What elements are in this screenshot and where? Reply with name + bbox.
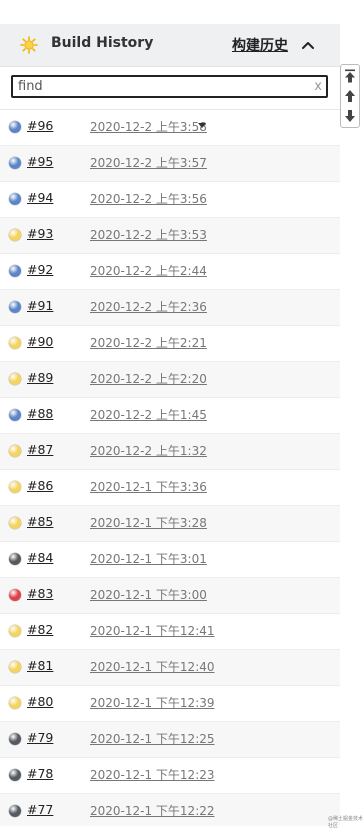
build-time-link[interactable]: 2020-12-2 上午3:56	[90, 190, 207, 207]
build-status-ball-icon	[9, 301, 21, 313]
build-row: #83 2020-12-1 下午3:00	[0, 578, 340, 614]
build-number-link[interactable]: #92	[27, 262, 53, 277]
build-number-link[interactable]: #94	[27, 190, 53, 205]
collapse-chevron-up-icon[interactable]	[300, 38, 316, 52]
build-status-ball-icon	[9, 769, 21, 781]
build-number-link[interactable]: #93	[27, 226, 53, 241]
build-status-ball-icon	[9, 589, 21, 601]
build-time-link[interactable]: 2020-12-2 上午1:32	[90, 442, 207, 459]
build-row: #81 2020-12-1 下午12:40	[0, 650, 340, 686]
build-time-link[interactable]: 2020-12-1 下午3:00	[90, 586, 207, 603]
build-row: #77 2020-12-1 下午12:22	[0, 794, 340, 826]
build-status-ball-icon	[9, 409, 21, 421]
build-status-ball-icon	[9, 697, 21, 709]
scroll-to-top-icon[interactable]	[344, 69, 356, 83]
build-number-link[interactable]: #88	[27, 406, 53, 421]
build-row: #86 2020-12-1 下午3:36	[0, 470, 340, 506]
build-menu-dropdown-icon[interactable]	[198, 123, 206, 128]
build-time-link[interactable]: 2020-12-2 上午2:44	[90, 262, 207, 279]
build-status-ball-icon	[9, 625, 21, 637]
build-number-link[interactable]: #79	[27, 730, 53, 745]
scroll-up-icon[interactable]	[344, 89, 356, 103]
build-time-link[interactable]: 2020-12-2 上午3:53	[90, 226, 207, 243]
build-status-ball-icon	[9, 193, 21, 205]
build-row: #78 2020-12-1 下午12:23	[0, 758, 340, 794]
build-status-ball-icon	[9, 373, 21, 385]
top-strip	[0, 0, 340, 24]
build-row: #91 2020-12-2 上午2:36	[0, 290, 340, 326]
build-history-header: Build History 构建历史	[0, 24, 340, 67]
build-row: #82 2020-12-1 下午12:41	[0, 614, 340, 650]
build-time-link[interactable]: 2020-12-2 上午2:21	[90, 334, 207, 351]
sun-weather-icon	[20, 36, 38, 54]
build-status-ball-icon	[9, 121, 21, 133]
build-status-ball-icon	[9, 337, 21, 349]
build-row: #88 2020-12-2 上午1:45	[0, 398, 340, 434]
watermark: @稀土掘金技术社区	[328, 816, 363, 829]
build-time-link[interactable]: 2020-12-1 下午12:40	[90, 658, 215, 675]
search-box: x	[11, 75, 328, 98]
build-time-link[interactable]: 2020-12-1 下午12:41	[90, 622, 215, 639]
build-time-link[interactable]: 2020-12-1 下午12:25	[90, 730, 215, 747]
page-scroll-controls	[340, 64, 360, 128]
build-time-link[interactable]: 2020-12-1 下午3:36	[90, 478, 207, 495]
build-number-link[interactable]: #80	[27, 694, 53, 709]
build-row: #93 2020-12-2 上午3:53	[0, 218, 340, 254]
build-status-ball-icon	[9, 157, 21, 169]
build-row: #96 2020-12-2 上午3:58	[0, 110, 340, 146]
build-time-link[interactable]: 2020-12-2 上午2:36	[90, 298, 207, 315]
build-row: #79 2020-12-1 下午12:25	[0, 722, 340, 758]
trend-link[interactable]: 构建历史	[232, 35, 288, 55]
build-number-link[interactable]: #89	[27, 370, 53, 385]
page-title: Build History	[51, 35, 154, 51]
build-number-link[interactable]: #90	[27, 334, 53, 349]
build-row: #90 2020-12-2 上午2:21	[0, 326, 340, 362]
build-status-ball-icon	[9, 805, 21, 817]
build-status-ball-icon	[9, 661, 21, 673]
build-time-link[interactable]: 2020-12-1 下午12:39	[90, 694, 215, 711]
build-history-panel: Build History 构建历史 x #96 2020-12-2 上午3:58…	[0, 0, 340, 826]
build-status-ball-icon	[9, 733, 21, 745]
build-time-link[interactable]: 2020-12-1 下午3:28	[90, 514, 207, 531]
build-time-link[interactable]: 2020-12-2 上午3:57	[90, 154, 207, 171]
build-number-link[interactable]: #87	[27, 442, 53, 457]
build-number-link[interactable]: #95	[27, 154, 53, 169]
build-number-link[interactable]: #91	[27, 298, 53, 313]
build-time-link[interactable]: 2020-12-2 上午1:45	[90, 406, 207, 423]
build-time-link[interactable]: 2020-12-2 上午3:58	[90, 118, 207, 135]
build-number-link[interactable]: #77	[27, 802, 53, 817]
build-number-link[interactable]: #85	[27, 514, 53, 529]
search-input[interactable]	[18, 78, 308, 95]
build-number-link[interactable]: #96	[27, 118, 53, 133]
build-time-link[interactable]: 2020-12-1 下午12:23	[90, 766, 215, 783]
scroll-down-icon[interactable]	[344, 109, 356, 123]
build-status-ball-icon	[9, 481, 21, 493]
build-status-ball-icon	[9, 553, 21, 565]
build-number-link[interactable]: #78	[27, 766, 53, 781]
build-row: #94 2020-12-2 上午3:56	[0, 182, 340, 218]
build-row: #87 2020-12-2 上午1:32	[0, 434, 340, 470]
build-row: #84 2020-12-1 下午3:01	[0, 542, 340, 578]
build-time-link[interactable]: 2020-12-1 下午12:22	[90, 802, 215, 819]
build-row: #92 2020-12-2 上午2:44	[0, 254, 340, 290]
build-time-link[interactable]: 2020-12-2 上午2:20	[90, 370, 207, 387]
build-status-ball-icon	[9, 229, 21, 241]
build-list: #96 2020-12-2 上午3:58 #95 2020-12-2 上午3:57 #9…	[0, 110, 340, 826]
build-status-ball-icon	[9, 445, 21, 457]
build-row: #80 2020-12-1 下午12:39	[0, 686, 340, 722]
build-status-ball-icon	[9, 517, 21, 529]
search-area: x	[0, 67, 340, 110]
build-number-link[interactable]: #86	[27, 478, 53, 493]
build-row: #95 2020-12-2 上午3:57	[0, 146, 340, 182]
build-number-link[interactable]: #83	[27, 586, 53, 601]
build-number-link[interactable]: #84	[27, 550, 53, 565]
clear-search-icon[interactable]: x	[314, 78, 322, 95]
build-row: #89 2020-12-2 上午2:20	[0, 362, 340, 398]
build-number-link[interactable]: #82	[27, 622, 53, 637]
build-status-ball-icon	[9, 265, 21, 277]
build-time-link[interactable]: 2020-12-1 下午3:01	[90, 550, 207, 567]
build-number-link[interactable]: #81	[27, 658, 53, 673]
build-row: #85 2020-12-1 下午3:28	[0, 506, 340, 542]
